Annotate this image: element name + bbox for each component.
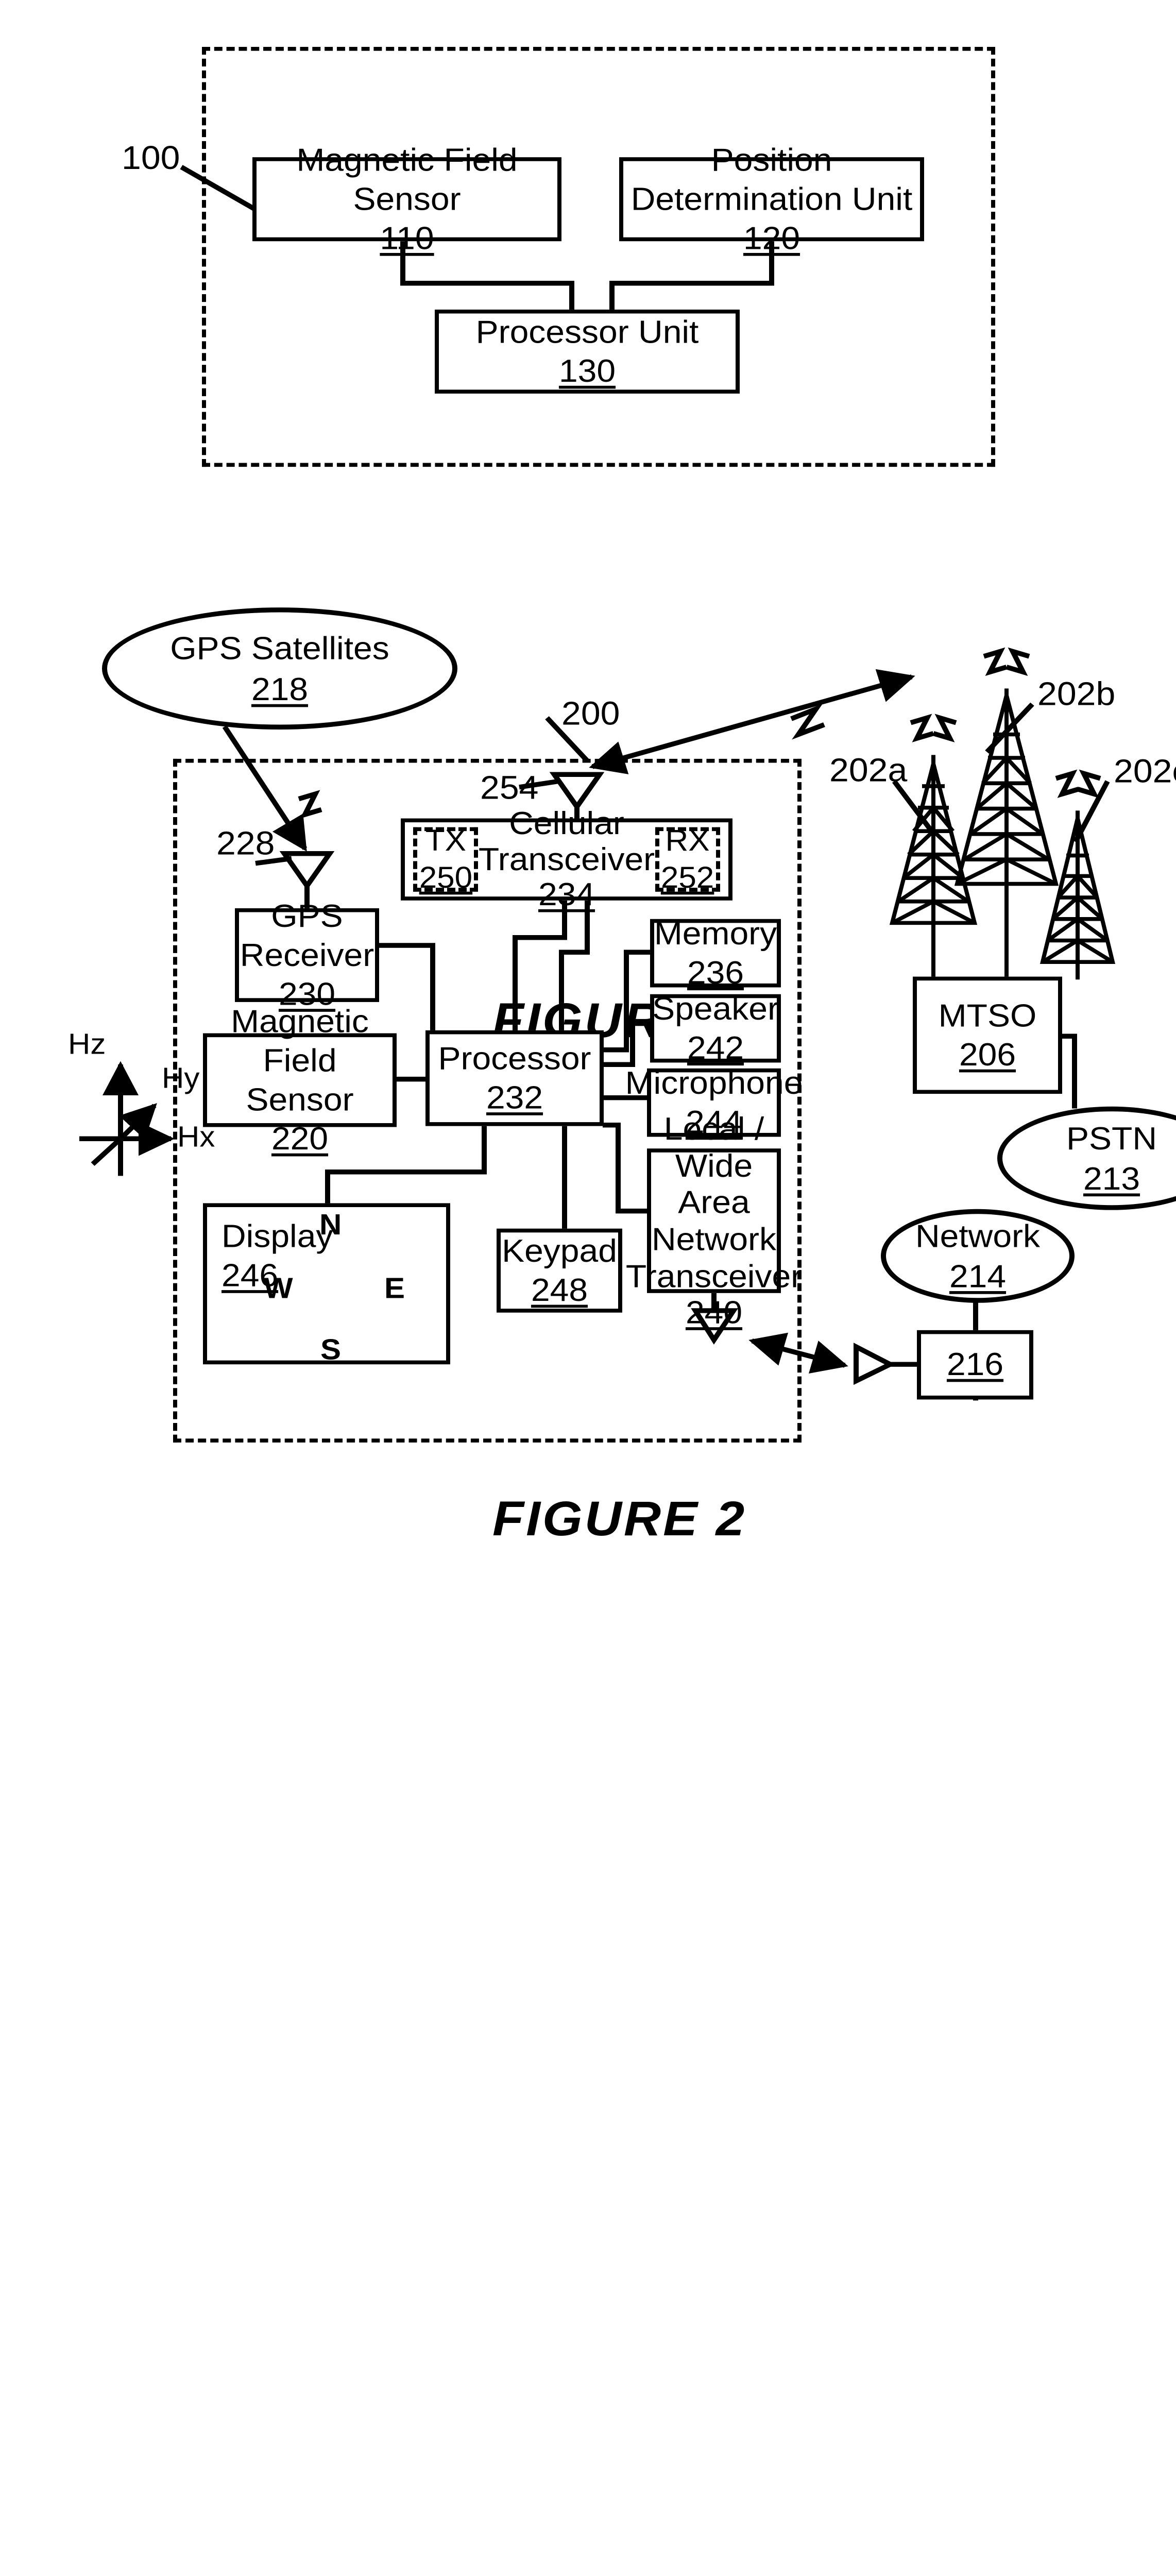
tx-number: 250: [419, 860, 473, 895]
rx-number: 252: [660, 860, 714, 895]
figure2-reference-200: 200: [561, 695, 620, 733]
keypad-number: 248: [531, 1272, 588, 1308]
lanwan-title-line1: Local /: [663, 1110, 764, 1147]
memory-block: Memory 236: [650, 915, 781, 990]
speaker-number: 242: [687, 1029, 744, 1066]
mfs220-title-line2: Sensor: [246, 1081, 354, 1117]
reference-228: 228: [216, 825, 275, 862]
cellular-transceiver-number: 234: [538, 876, 595, 913]
cellular-transceiver-block: TX 250 Cellular Transceiver 234 RX 252: [401, 804, 732, 912]
reference-202c: 202c: [1114, 753, 1176, 790]
compass-east-label: E: [384, 1272, 405, 1305]
mtso-title: MTSO: [938, 996, 1037, 1033]
cellular-transceiver-title-line2: Transceiver: [478, 840, 655, 877]
mtso-block: MTSO 206: [913, 976, 1062, 1094]
network-title: Network: [915, 1217, 1041, 1254]
lan-wan-transceiver-block: Local / Wide Area Network Transceiver 24…: [626, 1111, 802, 1331]
tx-sub-block: TX 250: [413, 823, 479, 894]
network-ellipse: Network 214: [881, 1209, 1075, 1303]
memory-number: 236: [687, 954, 744, 991]
lanwan-title-line2: Wide Area: [675, 1147, 753, 1221]
figure2-caption: FIGURE 2: [492, 1491, 747, 1546]
processor-number: 232: [486, 1079, 543, 1115]
reference-254: 254: [480, 769, 539, 807]
lanwan-title-line3: Network: [651, 1221, 777, 1257]
gps-receiver-block: GPS Receiver 230: [235, 897, 379, 1012]
keypad-title: Keypad: [502, 1232, 617, 1268]
reference-202b: 202b: [1037, 675, 1116, 713]
display-title: Display: [221, 1217, 333, 1254]
pstn-number: 213: [1083, 1160, 1140, 1197]
patent-drawing-sheet: Magnetic Field Sensor 110 Position Deter…: [0, 0, 1176, 1563]
speaker-title: Speaker: [652, 990, 779, 1026]
lan-wan-wireless-link: [748, 1332, 848, 1374]
reference-202a: 202a: [829, 752, 908, 789]
axis-label-hx: Hx: [177, 1121, 215, 1154]
lanwan-number: 240: [685, 1294, 743, 1331]
mfs220-title-line1: Magnetic Field: [231, 1002, 369, 1078]
axis-label-hz: Hz: [68, 1028, 106, 1061]
processor-title: Processor: [438, 1040, 591, 1076]
mfs220-number: 220: [271, 1120, 329, 1157]
rx-sub-block: RX 252: [655, 823, 720, 894]
peer-antenna-symbol: [854, 1343, 920, 1385]
node216-number: 216: [946, 1346, 1004, 1383]
magnetic-field-sensor-220-block: Magnetic Field Sensor 220: [203, 1003, 397, 1157]
gps-receiver-title-line2: Receiver: [240, 936, 374, 973]
axis-label-hy: Hy: [162, 1062, 200, 1095]
pstn-title: PSTN: [1066, 1120, 1157, 1156]
network-number: 214: [949, 1258, 1007, 1294]
compass-west-label: W: [264, 1272, 293, 1305]
gps-receiver-title-line1: GPS: [271, 897, 343, 934]
rx-title: RX: [665, 823, 710, 858]
mtso-number: 206: [959, 1036, 1016, 1073]
keypad-block: Keypad 248: [497, 1228, 622, 1313]
cellular-transceiver-title-line1: Cellular: [509, 804, 624, 841]
processor-232-block: Processor 232: [425, 1030, 604, 1126]
cellular-transceiver-label: Cellular Transceiver 234: [478, 804, 655, 913]
lanwan-title-line4: Transceiver: [625, 1257, 803, 1294]
compass-north-label: N: [319, 1209, 342, 1242]
microphone-title: Microphone: [625, 1064, 803, 1100]
node-216-block: 216: [917, 1330, 1033, 1400]
tx-title: TX: [425, 823, 467, 858]
magnetic-axes-symbol: [79, 1061, 175, 1176]
compass-south-label: S: [320, 1334, 342, 1366]
memory-title: Memory: [654, 914, 777, 951]
speaker-block: Speaker 242: [650, 990, 781, 1065]
